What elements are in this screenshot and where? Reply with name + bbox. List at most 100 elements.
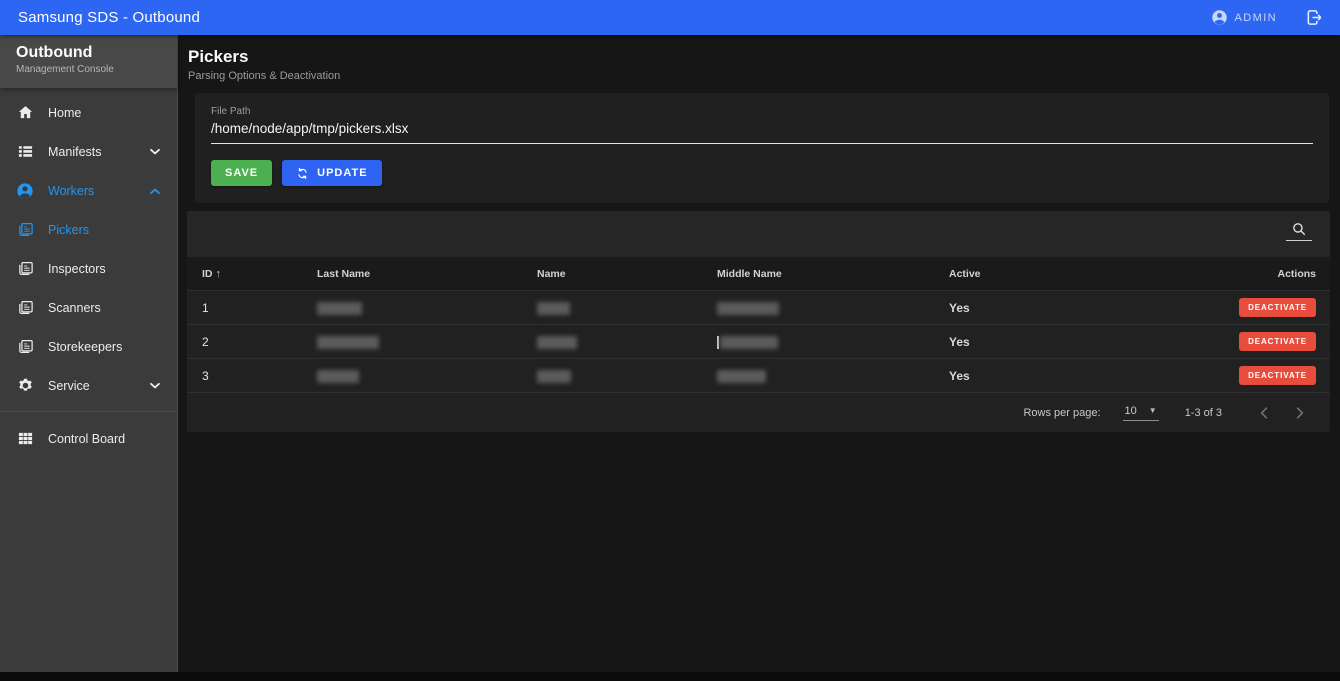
app-title: Samsung SDS - Outbound (18, 9, 200, 26)
file-path-card: File Path /home/node/app/tmp/pickers.xls… (195, 93, 1329, 203)
column-header-last-name[interactable]: Last Name (317, 268, 537, 280)
sidebar-item-storekeepers[interactable]: Storekeepers (0, 327, 177, 366)
search-icon (1293, 223, 1306, 236)
badge-card-icon (16, 221, 34, 239)
cell-actions: DEACTIVATE (1184, 366, 1316, 385)
cell-middle-name-redacted (717, 334, 949, 349)
next-page-button[interactable] (1288, 401, 1312, 425)
rows-per-page-label: Rows per page: (1023, 406, 1101, 419)
sidebar-item-label: Workers (48, 183, 95, 198)
chevron-down-icon (150, 382, 160, 388)
user-name-label: ADMIN (1234, 11, 1277, 24)
table-toolbar (187, 211, 1330, 257)
account-circle-icon (1211, 10, 1227, 25)
topbar-right: ADMIN (1211, 8, 1324, 27)
sidebar-item-control-board[interactable]: Control Board (0, 419, 177, 458)
column-header-actions: Actions (1277, 267, 1316, 280)
sidebar-item-workers[interactable]: Workers (0, 171, 177, 210)
update-button[interactable]: UPDATE (282, 160, 382, 186)
sidebar-item-service[interactable]: Service (0, 366, 177, 405)
search-button[interactable] (1286, 221, 1312, 241)
main-content: Pickers Parsing Options & Deactivation F… (178, 35, 1340, 672)
logout-icon[interactable] (1305, 8, 1324, 27)
cell-actions: DEACTIVATE (1184, 298, 1316, 317)
sync-icon (298, 167, 307, 179)
sidebar-divider (0, 411, 177, 412)
cell-name-redacted (537, 334, 717, 349)
user-menu[interactable]: ADMIN (1211, 9, 1277, 26)
sort-asc-icon: ↑ (215, 267, 222, 280)
form-actions: SAVE UPDATE (211, 160, 1313, 186)
pagination-range-label: 1-3 of 3 (1184, 406, 1222, 419)
save-button[interactable]: SAVE (211, 160, 273, 186)
redaction-artifact (717, 335, 719, 349)
sidebar-item-label: Service (48, 378, 90, 393)
column-header-middle-name[interactable]: Middle Name (717, 268, 949, 280)
gear-icon (16, 377, 34, 395)
file-path-input[interactable]: /home/node/app/tmp/pickers.xlsx (211, 121, 1313, 144)
page-title: Pickers (188, 47, 249, 66)
sidebar: Outbound Management Console Home Manifes… (0, 35, 178, 672)
cell-name-redacted (537, 368, 717, 383)
sidebar-item-label: Home (48, 105, 82, 120)
cell-last-name-redacted (317, 368, 537, 383)
chevron-down-icon (150, 148, 160, 154)
cell-last-name-redacted (317, 334, 537, 349)
cell-id: 3 (202, 368, 209, 383)
chevron-right-icon (1296, 406, 1304, 419)
update-button-label: UPDATE (317, 167, 368, 179)
column-header-id[interactable]: ID ↑ (202, 268, 317, 280)
previous-page-button[interactable] (1252, 401, 1276, 425)
sidebar-item-pickers[interactable]: Pickers (0, 210, 177, 249)
cell-actions: DEACTIVATE (1184, 332, 1316, 351)
sidebar-title: Outbound (16, 44, 93, 61)
cell-id: 1 (202, 300, 209, 315)
table-row: 3 Yes DEACTIVATE (187, 358, 1330, 392)
badge-card-icon (16, 260, 34, 278)
deactivate-button[interactable]: DEACTIVATE (1239, 298, 1316, 317)
table-header-row: ID ↑ Last Name Name Middle Name Active A… (187, 257, 1330, 290)
cell-active: Yes (949, 300, 970, 315)
chevron-up-icon (150, 188, 160, 194)
sidebar-item-label: Storekeepers (48, 339, 123, 354)
table-pagination: Rows per page: 10 ▼ 1-3 of 3 (187, 392, 1330, 432)
sidebar-item-home[interactable]: Home (0, 93, 177, 132)
caret-down-icon: ▼ (1148, 406, 1157, 415)
page-subtitle: Parsing Options & Deactivation (188, 70, 341, 82)
deactivate-button[interactable]: DEACTIVATE (1239, 366, 1316, 385)
sidebar-subtitle: Management Console (16, 64, 114, 75)
cell-active: Yes (949, 334, 970, 349)
sidebar-item-manifests[interactable]: Manifests (0, 132, 177, 171)
cell-last-name-redacted (317, 300, 537, 315)
cell-middle-name-redacted (717, 300, 949, 315)
grid-icon (16, 430, 34, 448)
deactivate-button[interactable]: DEACTIVATE (1239, 332, 1316, 351)
table-row: 2 Yes DEACTIVATE (187, 324, 1330, 358)
pickers-table-card: ID ↑ Last Name Name Middle Name Active A… (187, 211, 1330, 432)
table-row: 1 Yes DEACTIVATE (187, 290, 1330, 324)
cell-middle-name-redacted (717, 368, 949, 383)
sidebar-item-label: Manifests (48, 144, 102, 159)
badge-card-icon (16, 338, 34, 356)
cell-active: Yes (949, 368, 970, 383)
bottom-strip (0, 672, 1340, 681)
column-header-active[interactable]: Active (949, 268, 1184, 280)
chevron-left-icon (1260, 406, 1268, 419)
sidebar-nav: Home Manifests Workers Pickers Inspector… (0, 88, 177, 458)
topbar: Samsung SDS - Outbound ADMIN (0, 0, 1340, 35)
cell-name-redacted (537, 300, 717, 315)
sidebar-item-label: Inspectors (48, 261, 106, 276)
home-icon (16, 104, 34, 122)
rows-per-page-value: 10 (1124, 404, 1137, 417)
column-header-name[interactable]: Name (537, 268, 717, 280)
page-header: Pickers Parsing Options & Deactivation (178, 35, 1340, 91)
sidebar-item-scanners[interactable]: Scanners (0, 288, 177, 327)
rows-per-page-select[interactable]: 10 ▼ (1122, 404, 1159, 421)
cell-id: 2 (202, 334, 209, 349)
list-icon (16, 143, 34, 161)
sidebar-item-label: Pickers (48, 222, 89, 237)
sidebar-header: Outbound Management Console (0, 35, 177, 88)
sidebar-item-inspectors[interactable]: Inspectors (0, 249, 177, 288)
file-path-label: File Path (211, 106, 251, 117)
account-circle-icon (16, 182, 34, 200)
